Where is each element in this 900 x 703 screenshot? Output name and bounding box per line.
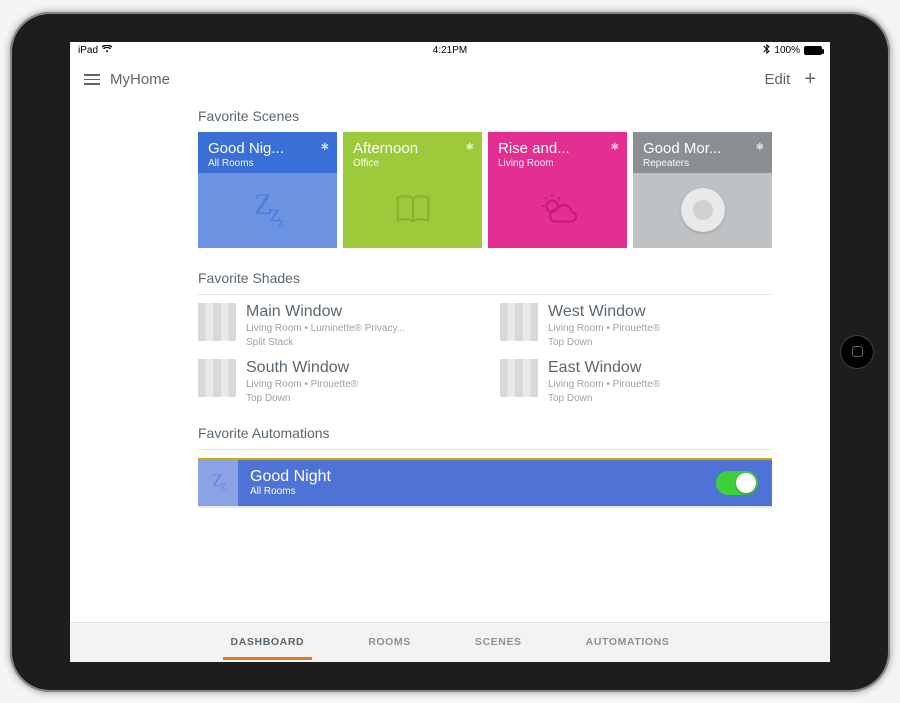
scene-tile-afternoon[interactable]: Afternoon Office ✱ — [343, 132, 482, 248]
sleep-zz-icon: Zzz — [254, 188, 281, 232]
shade-thumbnail — [500, 303, 538, 341]
automation-sub: All Rooms — [250, 486, 331, 497]
scene-name: Good Nig... — [208, 140, 316, 157]
sleep-zz-icon: Zz — [198, 460, 238, 506]
app-header: MyHome Edit + — [70, 60, 830, 100]
favorite-automations-section: Favorite Automations Zz Good Night All R… — [198, 425, 772, 508]
shade-item-south-window[interactable]: South Window Living Room • Pirouette® To… — [198, 359, 470, 405]
scene-tile-rise-and-shine[interactable]: Rise and... Living Room ✱ — [488, 132, 627, 248]
shade-detail: Living Room • Pirouette® — [548, 322, 660, 335]
shade-detail: Living Room • Pirouette® — [246, 378, 358, 391]
battery-icon — [804, 46, 822, 55]
sun-cloud-icon — [488, 173, 627, 248]
shade-list: Main Window Living Room • Luminette® Pri… — [198, 303, 772, 405]
section-title-shades: Favorite Shades — [198, 270, 772, 286]
tab-automations[interactable]: AUTOMATIONS — [582, 624, 674, 660]
divider — [198, 449, 772, 450]
shade-detail: Living Room • Pirouette® — [548, 378, 660, 391]
automation-name: Good Night — [250, 468, 331, 486]
automation-item-good-night[interactable]: Zz Good Night All Rooms — [198, 458, 772, 508]
page-title: MyHome — [110, 71, 170, 88]
bluetooth-icon — [763, 44, 770, 57]
shade-item-main-window[interactable]: Main Window Living Room • Luminette® Pri… — [198, 303, 470, 349]
shade-name: Main Window — [246, 303, 405, 321]
status-bar: iPad 4:21PM 100% — [70, 42, 830, 60]
scene-sub: Repeaters — [643, 158, 764, 169]
section-title-scenes: Favorite Scenes — [198, 108, 772, 124]
scene-sub: All Rooms — [208, 158, 329, 169]
tab-bar: DASHBOARD ROOMS SCENES AUTOMATIONS — [70, 622, 830, 662]
main-content: Favorite Scenes Good Nig... All Rooms ✱ … — [70, 100, 830, 622]
shade-thumbnail — [198, 303, 236, 341]
scene-name: Rise and... — [498, 140, 606, 157]
ipad-frame: iPad 4:21PM 100% MyHome Edit + — [10, 12, 890, 692]
gear-icon[interactable]: ✱ — [611, 142, 619, 153]
gear-icon[interactable]: ✱ — [756, 142, 764, 153]
scene-tiles: Good Nig... All Rooms ✱ Zzz Afternoon Of… — [198, 132, 772, 248]
book-icon — [343, 173, 482, 248]
shade-item-west-window[interactable]: West Window Living Room • Pirouette® Top… — [500, 303, 772, 349]
automation-toggle[interactable] — [716, 471, 758, 495]
shade-detail: Living Room • Luminette® Privacy... — [246, 322, 405, 335]
favorite-scenes-section: Favorite Scenes Good Nig... All Rooms ✱ … — [198, 108, 772, 248]
gear-icon[interactable]: ✱ — [466, 142, 474, 153]
shade-detail: Top Down — [246, 392, 358, 405]
divider — [198, 294, 772, 295]
tab-rooms[interactable]: ROOMS — [364, 624, 415, 660]
edit-button[interactable]: Edit — [764, 71, 790, 88]
battery-percent: 100% — [774, 45, 800, 56]
wifi-icon — [102, 45, 112, 56]
tab-dashboard[interactable]: DASHBOARD — [227, 624, 309, 660]
shade-thumbnail — [500, 359, 538, 397]
shade-item-east-window[interactable]: East Window Living Room • Pirouette® Top… — [500, 359, 772, 405]
shade-name: East Window — [548, 359, 660, 377]
scene-tile-good-night[interactable]: Good Nig... All Rooms ✱ Zzz — [198, 132, 337, 248]
scene-tile-good-morning[interactable]: Good Mor... Repeaters ✱ — [633, 132, 772, 248]
scene-sub: Living Room — [498, 158, 619, 169]
scene-name: Good Mor... — [643, 140, 751, 157]
clock: 4:21PM — [433, 45, 467, 56]
repeater-icon — [681, 188, 725, 232]
shade-name: South Window — [246, 359, 358, 377]
shade-detail: Top Down — [548, 392, 660, 405]
scene-sub: Office — [353, 158, 474, 169]
screen: iPad 4:21PM 100% MyHome Edit + — [70, 42, 830, 662]
favorite-shades-section: Favorite Shades Main Window Living Room … — [198, 270, 772, 405]
scene-name: Afternoon — [353, 140, 461, 157]
shade-name: West Window — [548, 303, 660, 321]
ipad-home-button[interactable] — [840, 335, 874, 369]
section-title-automations: Favorite Automations — [198, 425, 772, 441]
add-button[interactable]: + — [804, 68, 816, 91]
shade-detail: Split Stack — [246, 336, 405, 349]
tab-scenes[interactable]: SCENES — [471, 624, 526, 660]
menu-icon[interactable] — [84, 74, 100, 85]
shade-thumbnail — [198, 359, 236, 397]
shade-detail: Top Down — [548, 336, 660, 349]
gear-icon[interactable]: ✱ — [321, 142, 329, 153]
device-label: iPad — [78, 45, 98, 56]
